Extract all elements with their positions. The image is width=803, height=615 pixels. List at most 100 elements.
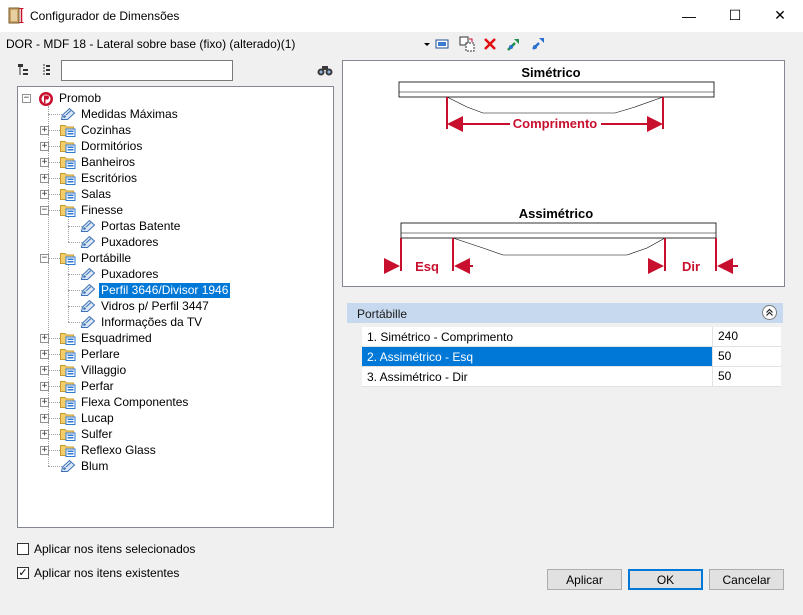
expand-node-icon[interactable]: +: [40, 414, 49, 423]
folder-icon: [60, 379, 76, 393]
tree-item[interactable]: Puxadores: [80, 266, 160, 282]
apply-button[interactable]: Aplicar: [547, 569, 622, 590]
minimize-button[interactable]: —: [666, 0, 712, 31]
apply-selected-label: Aplicar nos itens selecionados: [34, 542, 196, 556]
cancel-button[interactable]: Cancelar: [709, 569, 784, 590]
tree-item[interactable]: Perfar: [60, 378, 116, 394]
property-group-header[interactable]: [347, 303, 783, 323]
tree-item[interactable]: Lucap: [60, 410, 116, 426]
property-value-field[interactable]: 50: [712, 367, 781, 386]
expand-node-icon[interactable]: +: [40, 158, 49, 167]
tree-item[interactable]: Medidas Máximas: [60, 106, 180, 122]
folder-icon: [60, 363, 76, 377]
property-value-field[interactable]: 240: [712, 327, 781, 346]
delete-icon[interactable]: [481, 35, 499, 53]
tree-item-label: Perfar: [81, 378, 114, 393]
ok-button[interactable]: OK: [628, 569, 703, 590]
symmetric-title: Simétrico: [521, 65, 580, 80]
copy-paste-icon[interactable]: [458, 35, 476, 53]
tree-item-label: Perlare: [81, 346, 120, 361]
tree-item[interactable]: Esquadrimed: [60, 330, 154, 346]
tree-item-label: Informações da TV: [101, 314, 203, 329]
category-tree[interactable]: − Promob Medidas Máximas + Cozinhas + Dormitór…: [17, 86, 334, 528]
tree-item[interactable]: Puxadores: [80, 234, 160, 250]
tree-connector-line: [68, 216, 69, 242]
close-button[interactable]: ✕: [757, 0, 803, 31]
tree-item[interactable]: Villaggio: [60, 362, 128, 378]
tree-expand-icon[interactable]: [18, 63, 32, 77]
apply-existing-label: Aplicar nos itens existentes: [34, 566, 180, 580]
tree-item-label: Vidros p/ Perfil 3447: [101, 298, 209, 313]
expand-node-icon[interactable]: +: [40, 174, 49, 183]
search-icon[interactable]: [317, 63, 333, 77]
collapse-node-icon[interactable]: −: [22, 94, 31, 103]
tree-item-label: Portas Batente: [101, 218, 181, 233]
apply-selected-checkbox[interactable]: [17, 543, 29, 555]
tag-icon: [80, 299, 96, 313]
tree-item[interactable]: Escritórios: [60, 170, 139, 186]
tree-item[interactable]: Salas: [60, 186, 113, 202]
tree-item-label: Perfil 3646/Divisor 1946: [99, 282, 231, 298]
collapse-node-icon[interactable]: −: [40, 254, 49, 263]
tree-item[interactable]: Informações da TV: [80, 314, 204, 330]
tree-item[interactable]: Dormitórios: [60, 138, 144, 154]
tree-item-label: Cozinhas: [81, 122, 132, 137]
property-row[interactable]: 2. Assimétrico - Esq 50: [362, 347, 781, 367]
property-row[interactable]: 1. Simétrico - Comprimento 240: [362, 327, 781, 347]
tree-item[interactable]: Reflexo Glass: [60, 442, 158, 458]
tree-item[interactable]: Blum: [60, 458, 110, 474]
expand-node-icon[interactable]: +: [40, 446, 49, 455]
tree-item-label: Puxadores: [101, 234, 159, 249]
property-name: 3. Assimétrico - Dir: [367, 370, 468, 384]
tree-item[interactable]: Finesse: [60, 202, 125, 218]
left-dimension-label: Esq: [415, 259, 439, 274]
expand-node-icon[interactable]: +: [40, 430, 49, 439]
tree-item-label: Finesse: [81, 202, 124, 217]
tag-icon: [60, 459, 76, 473]
tree-item[interactable]: Vidros p/ Perfil 3447: [80, 298, 211, 314]
tree-item[interactable]: Promob: [38, 90, 103, 106]
tree-connector-line: [68, 264, 69, 322]
expand-node-icon[interactable]: +: [40, 398, 49, 407]
expand-green-icon[interactable]: [505, 35, 523, 53]
property-value-field[interactable]: 50: [712, 347, 781, 366]
check-icon: ✓: [18, 567, 28, 579]
tree-item[interactable]: Sulfer: [60, 426, 114, 442]
folder-icon: [60, 331, 76, 345]
maximize-button[interactable]: ☐: [712, 0, 758, 31]
tree-collapse-icon[interactable]: [41, 63, 53, 77]
tree-item[interactable]: Perlare: [60, 346, 122, 362]
property-row[interactable]: 3. Assimétrico - Dir 50: [362, 367, 781, 387]
expand-node-icon[interactable]: +: [40, 334, 49, 343]
property-group-title: Portábille: [357, 307, 408, 321]
tree-item[interactable]: Perfil 3646/Divisor 1946: [80, 282, 231, 298]
app-icon: [8, 7, 24, 24]
property-name: 1. Simétrico - Comprimento: [367, 330, 514, 344]
apply-existing-checkbox[interactable]: ✓: [17, 567, 29, 579]
tree-item-label: Blum: [81, 458, 109, 473]
tag-icon: [60, 107, 76, 121]
expand-node-icon[interactable]: +: [40, 126, 49, 135]
length-dimension-label: Comprimento: [513, 116, 598, 131]
collapse-node-icon[interactable]: −: [40, 206, 49, 215]
screen-select-icon[interactable]: [434, 35, 452, 53]
collapse-blue-icon[interactable]: [529, 35, 547, 53]
folder-icon: [60, 395, 76, 409]
folder-icon: [60, 443, 76, 457]
expand-node-icon[interactable]: +: [40, 350, 49, 359]
search-input[interactable]: [61, 60, 233, 81]
tree-item-label: Reflexo Glass: [81, 442, 156, 457]
dimension-diagram: Simétrico Comprimento Assimétrico Esq Di…: [342, 60, 785, 287]
tree-item[interactable]: Portas Batente: [80, 218, 182, 234]
tag-icon: [80, 283, 96, 297]
expand-node-icon[interactable]: +: [40, 142, 49, 151]
expand-node-icon[interactable]: +: [40, 366, 49, 375]
tree-item[interactable]: Banheiros: [60, 154, 137, 170]
collapse-group-icon[interactable]: [762, 305, 777, 320]
tree-item[interactable]: Cozinhas: [60, 122, 133, 138]
tree-item[interactable]: Flexa Componentes: [60, 394, 190, 410]
tree-item[interactable]: Portábille: [60, 250, 133, 266]
expand-node-icon[interactable]: +: [40, 190, 49, 199]
expand-node-icon[interactable]: +: [40, 382, 49, 391]
tree-item-label: Medidas Máximas: [81, 106, 178, 121]
